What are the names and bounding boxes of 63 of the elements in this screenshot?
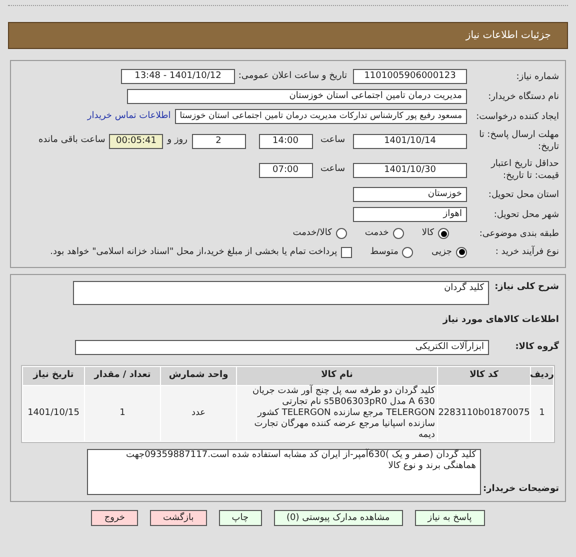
radio-button[interactable] <box>402 246 414 258</box>
table-cell: 1401/10/15 <box>23 386 84 440</box>
radio-button[interactable] <box>438 228 449 240</box>
action-button[interactable]: بازگشت <box>150 510 207 526</box>
radio-label: کالا/خدمت <box>292 227 332 240</box>
action-button[interactable]: چاپ <box>218 510 262 526</box>
table-cell: 1 <box>85 386 160 440</box>
field-label: مهلت ارسال پاسخ: تا تاریخ: <box>478 129 559 153</box>
field-label: نام دستگاه خریدار: <box>487 90 559 102</box>
action-button[interactable]: مشاهده مدارک پیوستی (0) <box>274 510 403 526</box>
action-button[interactable]: پاسخ به نیاز <box>414 510 485 526</box>
text-field[interactable]: 1401/10/30 <box>353 162 467 178</box>
field-label: تاریخ و ساعت اعلان عمومی: <box>237 70 347 83</box>
column-header: کد کالا <box>438 366 530 384</box>
text-field[interactable]: اهواز <box>353 207 467 222</box>
countdown-field[interactable]: 00:05:41 <box>109 134 164 148</box>
text-field[interactable]: 14:00 <box>258 134 312 148</box>
field-label: شرح کلی نیاز: <box>494 281 559 293</box>
radio-label: جزیی <box>431 246 452 258</box>
field-label: شهر محل تحویل: <box>492 208 559 220</box>
table-cell: 2283110b01870075 <box>438 386 530 440</box>
text-field[interactable]: مسعود رفیع پور کارشناس تدارکات مدیریت درمان تامین اجتماعی استان خوزستا <box>174 109 467 124</box>
checkbox-label: پرداخت تمام یا بخشی از مبلغ خرید،از محل "اسناد خزانه اسلامی" خواهد بود. <box>50 246 338 258</box>
field-label: ساعت <box>320 163 345 176</box>
text-field[interactable]: 1101005906000123 <box>353 69 467 84</box>
text-field[interactable]: مدیریت درمان تامین اجتماعی استان خوزستان <box>127 89 467 104</box>
column-header: ردیف <box>531 366 553 384</box>
text-field[interactable]: 2 <box>192 134 246 148</box>
radio-label: متوسط <box>370 246 398 258</box>
text-field[interactable]: 07:00 <box>258 162 312 178</box>
column-header: تاریخ نیاز <box>23 366 84 384</box>
checkbox[interactable] <box>341 246 352 258</box>
column-header: تعداد / مقدار <box>85 366 160 384</box>
radio-button[interactable] <box>456 246 467 258</box>
radio-button[interactable] <box>336 228 347 240</box>
radio-label: خدمت <box>364 227 389 240</box>
field-label: ایجاد کننده درخواست: <box>475 110 559 122</box>
text-area[interactable]: کلید گردان <box>73 281 489 305</box>
column-header: واحد شمارش <box>161 366 236 384</box>
field-label: طبقه بندی موضوعی: <box>478 228 559 240</box>
action-button[interactable]: خروج <box>91 510 138 526</box>
field-label: استان محل تحویل: <box>487 188 559 200</box>
field-label: ساعت <box>320 134 345 148</box>
text-area[interactable]: کلید گردان (صفر و یک )630آمپر-از ایران کد مشابه استفاده شده است.09359887117جهت هماهنگی برند و نوع کالا <box>87 448 481 494</box>
table-cell: 1 <box>531 386 553 440</box>
contact-link[interactable]: اطلاعات تماس خریدار <box>87 110 171 124</box>
table-cell: عدد <box>161 386 236 440</box>
field-label: ساعت باقی مانده <box>38 134 106 148</box>
text-field[interactable]: 1401/10/14 <box>353 134 467 148</box>
section-title: اطلاعات کالاهای مورد نیاز <box>442 314 559 327</box>
field-label: حداقل تاریخ اعتبار قیمت: تا تاریخ: <box>490 158 559 182</box>
table-cell: کلید گردان دو طرفه سه پل چنج آور شدت جریان 630 A مدل s5B06303pR0 نام تجارتی TELERGON مرجع سازنده TELERGON کشور سازنده اسپانیا مرجع عرضه کننده مهرگان تجارت دیمه <box>237 386 437 440</box>
radio-label: کالا <box>422 227 434 240</box>
field-label: گروه کالا: <box>514 341 559 353</box>
field-label: نوع فرآیند خرید : <box>494 246 559 258</box>
radio-button[interactable] <box>392 228 404 240</box>
text-field[interactable]: خوزستان <box>353 187 467 202</box>
field-label: روز و <box>167 134 188 148</box>
text-field[interactable]: 1401/10/12 - 13:48 <box>121 69 235 84</box>
field-label: توضیحات خریدار: <box>482 482 559 494</box>
field-label: شماره نیاز: <box>515 70 559 82</box>
header-title: جزئیات اطلاعات نیاز <box>466 29 551 43</box>
column-header: نام کالا <box>237 366 437 384</box>
